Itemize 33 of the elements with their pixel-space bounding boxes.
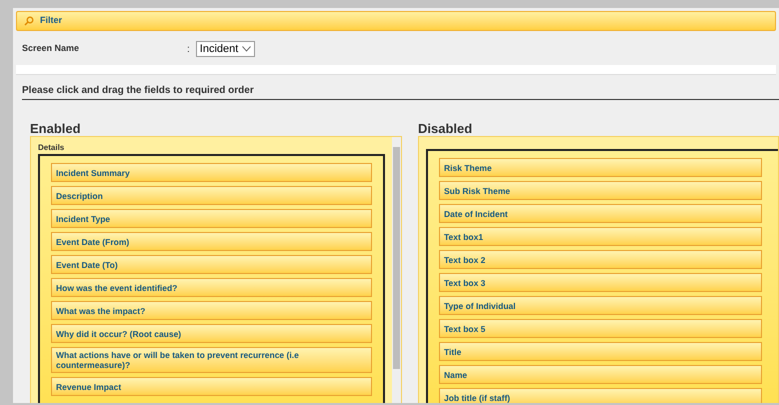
field-item[interactable]: Name <box>439 365 762 384</box>
field-item[interactable]: Sub Risk Theme <box>439 181 762 200</box>
field-item[interactable]: Revenue Impact <box>51 377 372 396</box>
field-item[interactable]: Text box 5 <box>439 319 762 338</box>
field-item[interactable]: How was the event identified? <box>51 278 372 297</box>
field-item[interactable]: What actions have or will be taken to prevent recurrence (i.e countermeasure)? <box>51 347 372 373</box>
field-item[interactable]: Description <box>51 186 372 205</box>
field-item[interactable]: Incident Summary <box>51 163 372 182</box>
chevron-down-icon <box>242 46 252 52</box>
filter-bar[interactable]: Filter <box>16 11 776 31</box>
scrollbar[interactable] <box>392 137 401 403</box>
instruction-text: Please click and drag the fields to required order <box>22 83 779 100</box>
section-label: Details <box>38 142 66 154</box>
field-item[interactable]: Type of Individual <box>439 296 762 315</box>
field-item[interactable]: Event Date (From) <box>51 232 372 251</box>
separator: : <box>187 42 190 56</box>
panel-heading: Disabled <box>418 121 474 136</box>
field-item[interactable]: Date of Incident <box>439 204 762 223</box>
field-item[interactable]: Risk Theme <box>439 158 762 177</box>
screen-select[interactable]: Incident <box>196 41 256 57</box>
field-label: Screen Name <box>22 42 80 56</box>
field-item[interactable]: Text box1 <box>439 227 762 246</box>
field-item[interactable]: Text box 3 <box>439 273 762 292</box>
field-item[interactable]: Text box 2 <box>439 250 762 269</box>
field-item[interactable]: Event Date (To) <box>51 255 372 274</box>
filter-title: Filter <box>40 14 62 28</box>
panel-heading: Enabled <box>30 121 82 136</box>
field-item[interactable]: Job title (if staff) <box>439 388 762 403</box>
field-item[interactable]: Why did it occur? (Root cause) <box>51 324 372 343</box>
field-item[interactable]: What was the impact? <box>51 301 372 320</box>
search-icon <box>24 16 34 26</box>
field-item[interactable]: Title <box>439 342 762 361</box>
field-item[interactable]: Incident Type <box>51 209 372 228</box>
